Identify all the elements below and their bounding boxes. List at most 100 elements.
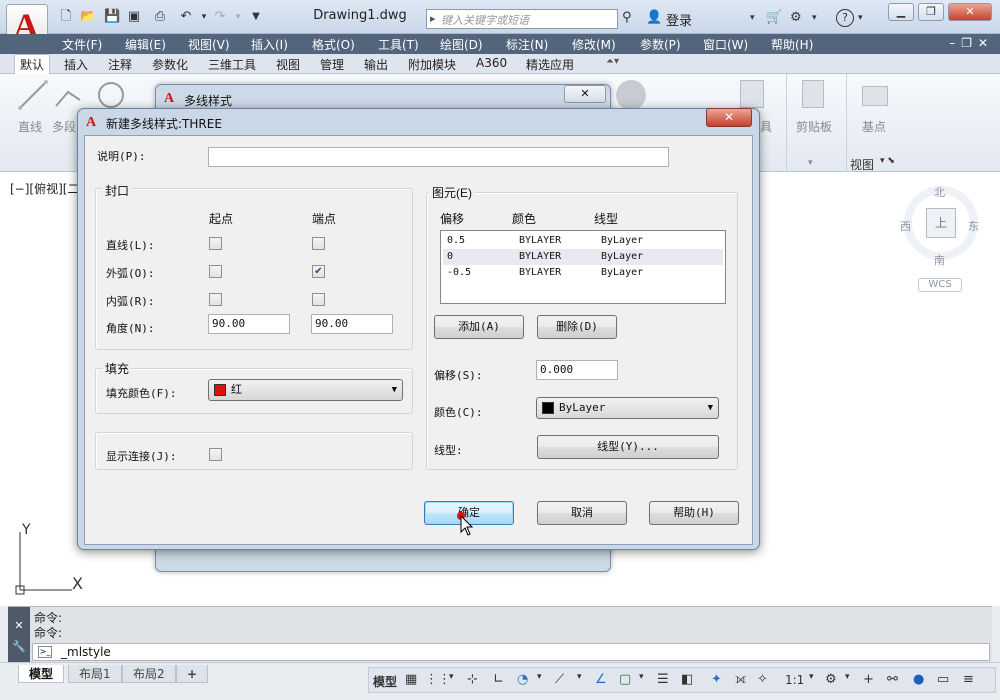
document-window-controls[interactable]: –❐✕ — [949, 36, 994, 50]
isodraft-dropdown-icon[interactable]: ▾ — [577, 672, 582, 682]
wrench-icon[interactable]: 🔧 — [8, 640, 30, 653]
annotation-monitor-icon[interactable]: ✦ — [711, 672, 722, 687]
object-snap-icon[interactable]: ▢ — [619, 672, 631, 687]
fill-color-select[interactable]: 红 ▼ — [208, 379, 403, 401]
command-line-handle[interactable]: ✕ 🔧 — [8, 607, 30, 663]
snap-icon[interactable]: ⋮⋮ — [425, 672, 451, 687]
ribbon-minimize-icon[interactable]: ⏶▾ — [606, 56, 619, 67]
cap-inner-arc-end-checkbox[interactable] — [312, 293, 325, 306]
command-input[interactable]: _mlstyle — [32, 643, 990, 661]
viewport-controls-label[interactable]: [−][俯视][二 — [10, 180, 79, 197]
redo-icon[interactable]: ↷ — [212, 9, 228, 25]
infer-constraints-icon[interactable]: ⊹ — [467, 672, 478, 687]
circle-tool-icon[interactable] — [96, 80, 126, 110]
open-icon[interactable]: 📂 — [80, 9, 96, 25]
help-icon[interactable]: ? — [836, 9, 854, 27]
saveas-icon[interactable]: ▣ — [126, 9, 142, 25]
undo-dropdown-icon[interactable]: ▾ — [196, 9, 212, 25]
add-layout-button[interactable]: + — [176, 665, 209, 683]
scale-dropdown-icon[interactable]: ▾ — [809, 672, 814, 682]
annotation-scale-icon[interactable]: ⟗ — [735, 672, 746, 687]
chevron-down-icon[interactable]: ▾ — [808, 158, 813, 168]
linetype-button[interactable]: 线型(Y)... — [537, 435, 719, 459]
new-icon[interactable]: 🗋 — [58, 9, 74, 25]
tab-parametric[interactable]: 参数化 — [152, 56, 188, 73]
redo-dropdown-icon[interactable]: ▾ — [230, 9, 246, 25]
elements-col-linetype[interactable]: 线型 — [594, 210, 618, 227]
binoculars-icon[interactable]: ⚲ — [622, 9, 632, 27]
line-tool-icon[interactable] — [18, 80, 48, 110]
list-item[interactable]: 0.5 BYLAYER ByLayer — [443, 233, 723, 249]
menu-edit[interactable]: 编辑(E) — [125, 36, 166, 53]
login-dropdown-icon[interactable]: ▾ — [750, 9, 755, 27]
add-element-button[interactable]: 添加(A) — [434, 315, 524, 339]
transparency-icon[interactable]: ◧ — [681, 672, 693, 687]
view-panel-dropdown-icon[interactable]: ▾ ⬊ — [880, 156, 895, 166]
base-point-icon[interactable] — [862, 86, 888, 106]
undo-icon[interactable]: ↶ — [178, 9, 194, 25]
menu-parametric[interactable]: 参数(P) — [640, 36, 681, 53]
workspace-dropdown-icon[interactable]: ▾ — [845, 672, 850, 682]
tab-manage[interactable]: 管理 — [320, 56, 344, 73]
cap-line-start-checkbox[interactable] — [209, 237, 222, 250]
compass-north[interactable]: 北 — [934, 184, 945, 200]
layer-icon[interactable] — [616, 80, 646, 110]
plot-icon[interactable]: ⎙ — [152, 9, 168, 25]
annotation-visibility-icon[interactable]: ✧ — [757, 672, 768, 687]
tab-layout2[interactable]: 布局2 — [122, 665, 176, 683]
tab-annotate[interactable]: 注释 — [108, 56, 132, 73]
cart-icon[interactable]: 🛒 — [766, 9, 782, 27]
customize-qat-icon[interactable]: ▼ — [248, 9, 264, 25]
close-icon[interactable]: ✕ — [8, 619, 30, 632]
cap-inner-arc-start-checkbox[interactable] — [209, 293, 222, 306]
menu-insert[interactable]: 插入(I) — [251, 36, 288, 53]
cap-angle-start-input[interactable]: 90.00 — [208, 314, 290, 334]
cap-line-end-checkbox[interactable] — [312, 237, 325, 250]
menu-modify[interactable]: 修改(M) — [572, 36, 616, 53]
cap-outer-arc-end-checkbox[interactable]: ✔ — [312, 265, 325, 278]
lineweight-icon[interactable]: ☰ — [657, 672, 669, 687]
grid-icon[interactable]: ▦ — [405, 672, 417, 687]
elements-col-color[interactable]: 颜色 — [512, 210, 536, 227]
minimize-button[interactable]: ▁ — [888, 3, 914, 21]
save-icon[interactable]: 💾 — [104, 9, 120, 25]
menu-tools[interactable]: 工具(T) — [378, 36, 419, 53]
tab-featured-apps[interactable]: 精选应用 — [526, 56, 574, 73]
object-snap-dropdown-icon[interactable]: ▾ — [639, 672, 644, 682]
tab-3d-tools[interactable]: 三维工具 — [208, 56, 256, 73]
object-snap-tracking-icon[interactable]: ∠ — [595, 672, 607, 687]
delete-element-button[interactable]: 删除(D) — [537, 315, 617, 339]
menu-help[interactable]: 帮助(H) — [771, 36, 813, 53]
elements-col-offset[interactable]: 偏移 — [440, 210, 464, 227]
description-input[interactable] — [208, 147, 669, 167]
tab-output[interactable]: 输出 — [364, 56, 388, 73]
compass-south[interactable]: 南 — [934, 252, 945, 268]
workspace-gear-icon[interactable]: ⚙ — [825, 672, 837, 687]
close-button[interactable]: ✕ — [706, 108, 752, 127]
help-dropdown-icon[interactable]: ▾ — [858, 9, 863, 27]
close-button[interactable]: ✕ — [564, 85, 606, 103]
elements-list[interactable]: 0.5 BYLAYER ByLayer 0 BYLAYER ByLayer -0… — [440, 230, 726, 304]
tab-model[interactable]: 模型 — [18, 665, 65, 683]
polyline-tool-icon[interactable] — [54, 84, 88, 110]
element-offset-input[interactable]: 0.000 — [536, 360, 618, 380]
viewcube-top-face[interactable]: 上 — [926, 208, 956, 238]
isolate-objects-icon[interactable]: ● — [913, 672, 924, 687]
login-link[interactable]: 登录 — [666, 10, 692, 29]
menu-view[interactable]: 视图(V) — [188, 36, 230, 53]
wcs-menu[interactable]: WCS — [918, 278, 962, 292]
compass-east[interactable]: 东 — [968, 218, 979, 234]
user-icon[interactable]: 👤 — [646, 9, 662, 27]
tab-layout1[interactable]: 布局1 — [68, 665, 122, 683]
search-input[interactable]: 键入关键字或短语 — [426, 9, 618, 29]
menu-dimension[interactable]: 标注(N) — [506, 36, 548, 53]
snap-dropdown-icon[interactable]: ▾ — [449, 672, 454, 682]
cap-outer-arc-start-checkbox[interactable] — [209, 265, 222, 278]
tab-a360[interactable]: A360 — [476, 56, 507, 70]
view-panel-label[interactable]: 视图 — [850, 156, 874, 173]
command-prompt-icon[interactable]: >_ — [38, 646, 52, 658]
help-button[interactable]: 帮助(H) — [649, 501, 739, 525]
compass-west[interactable]: 西 — [900, 218, 911, 234]
calculator-icon[interactable] — [740, 80, 764, 108]
show-joints-checkbox[interactable] — [209, 448, 222, 461]
